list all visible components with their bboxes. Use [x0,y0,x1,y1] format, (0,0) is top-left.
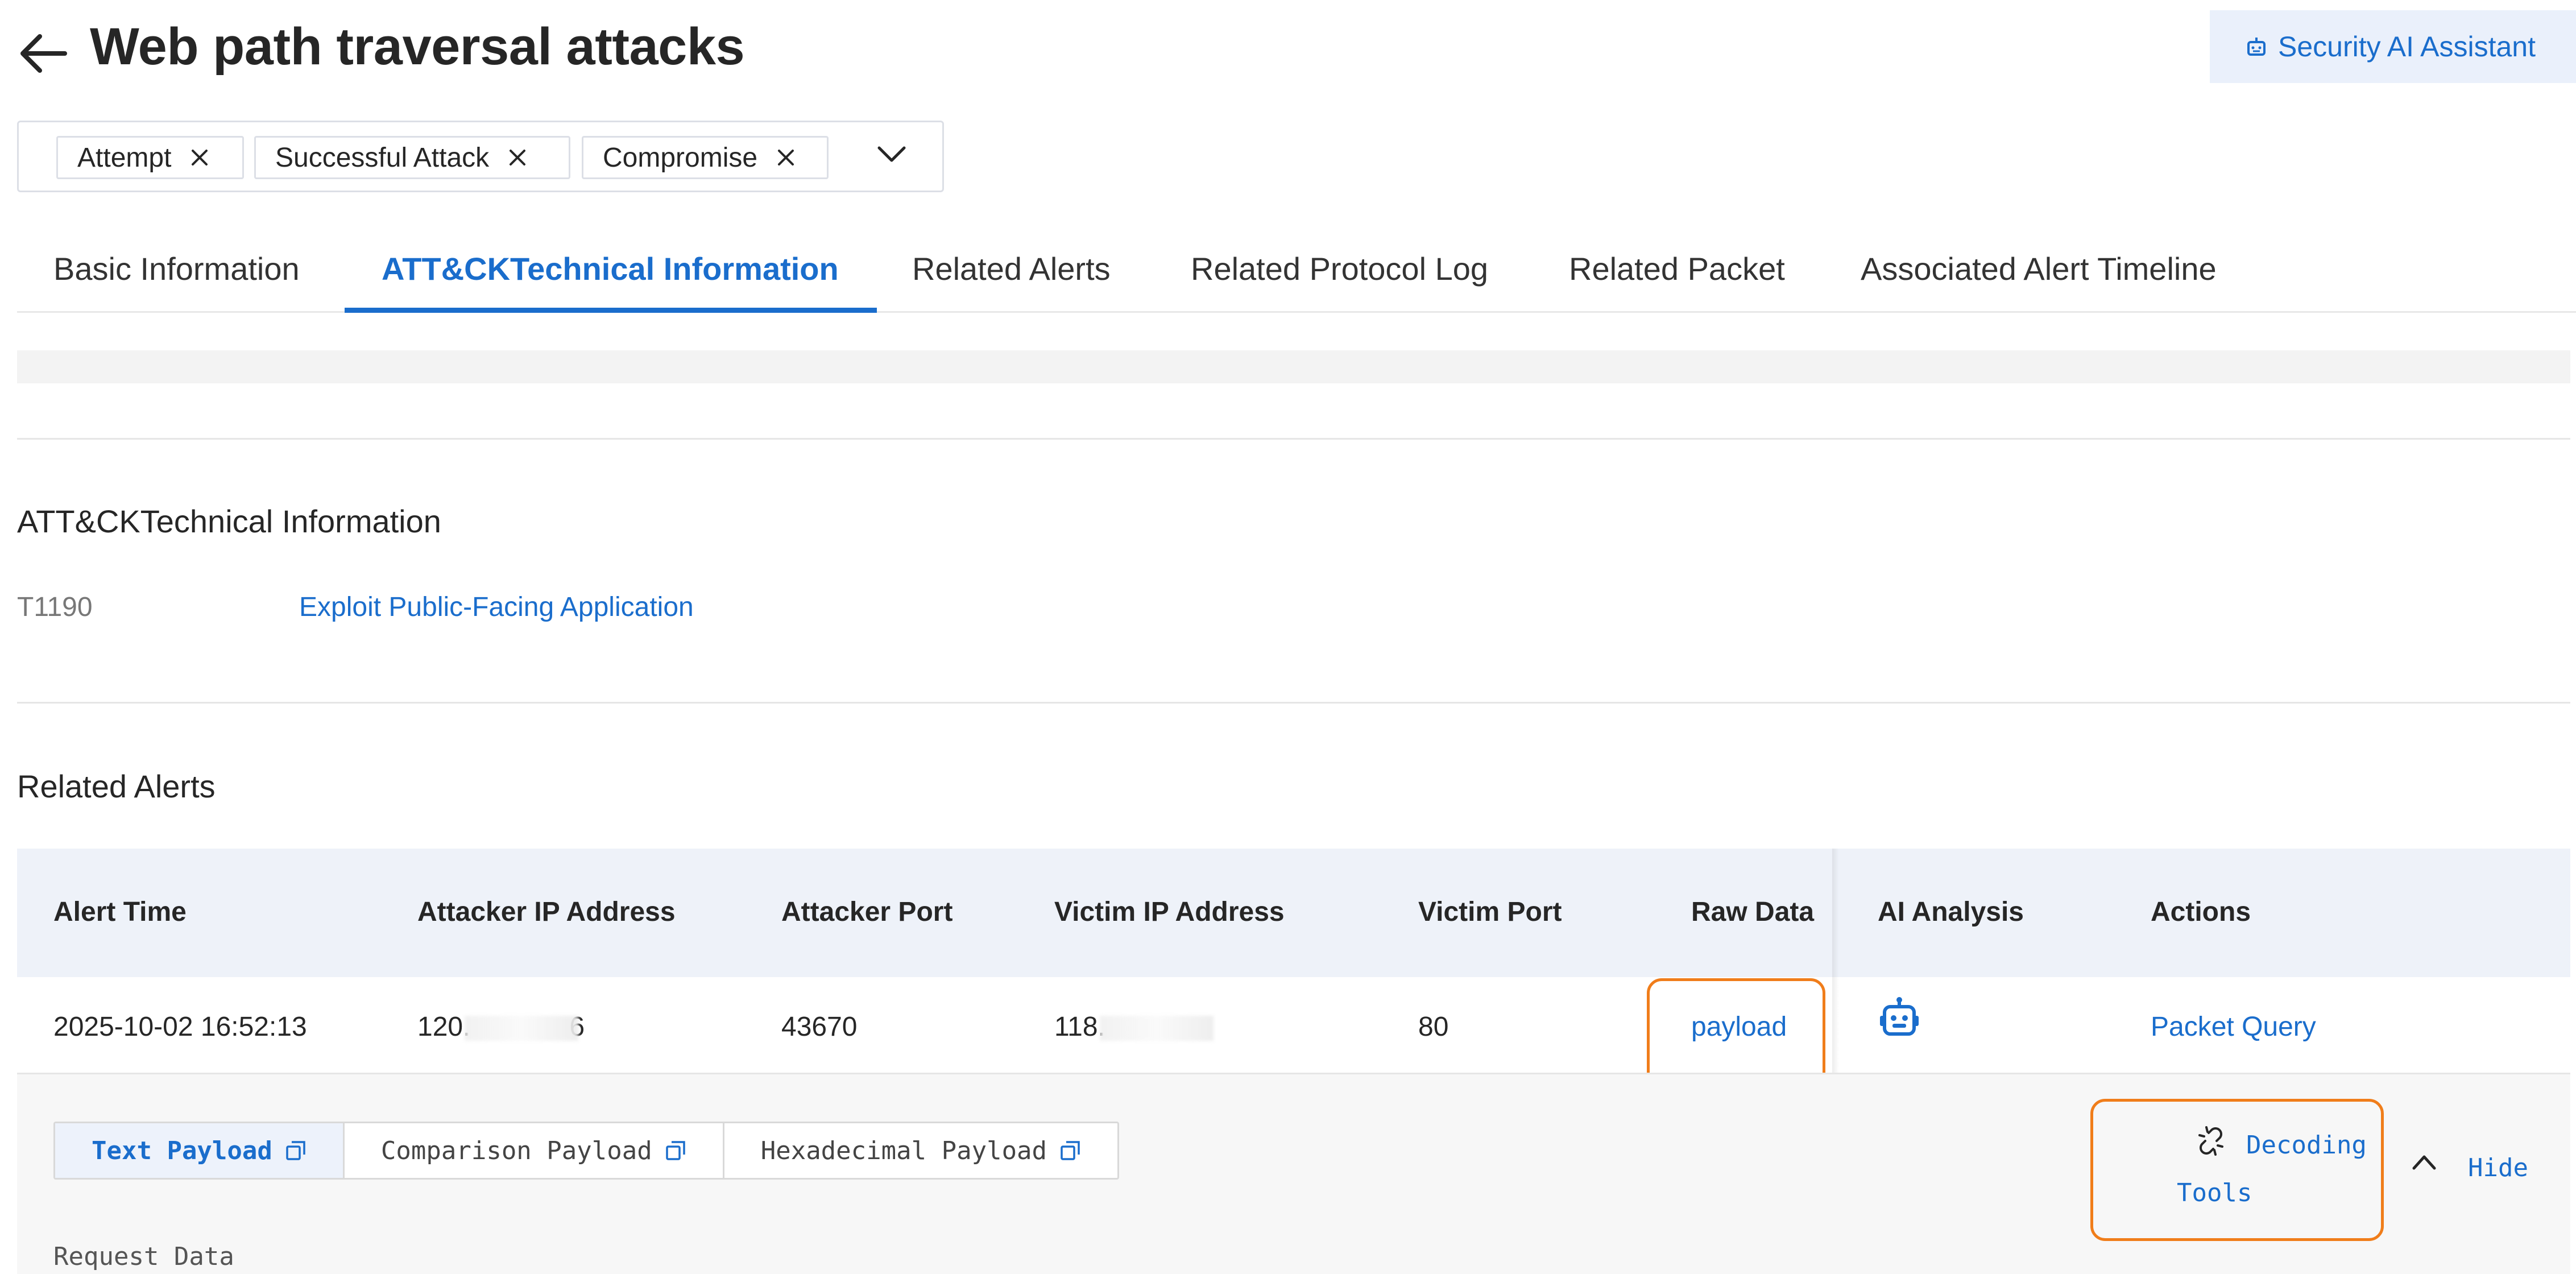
section-divider [17,438,2570,440]
column-header-ai-analysis: AI Analysis [1878,897,2024,927]
tag-compromise: Compromise [582,136,829,179]
tab-basic-information[interactable]: Basic Information [53,250,300,287]
hide-button[interactable]: Hide [2468,1153,2528,1182]
external-copy-icon [1061,1141,1080,1160]
external-copy-icon [286,1141,305,1160]
column-header-raw-data: Raw Data [1691,897,1815,927]
cell-attacker-ip: 120.6 [417,1011,585,1043]
decoding-tools-button[interactable]: Decoding [2246,1131,2367,1160]
security-ai-assistant-label: Security AI Assistant [2278,31,2536,63]
tab-text-payload[interactable]: Text Payload [55,1123,345,1178]
cell-victim-port: 80 [1418,1012,1449,1042]
tag-attempt: Attempt [56,136,244,179]
cell-alert-time: 2025-10-02 16:52:13 [53,1012,307,1042]
placeholder-bar [17,350,2570,383]
active-tab-indicator [345,308,877,313]
request-data-label: Request Data [53,1242,234,1271]
attck-section-title: ATT&CKTechnical Information [17,503,441,539]
technique-id: T1190 [17,592,93,622]
security-ai-assistant-button[interactable]: Security AI Assistant [2210,10,2576,83]
decoding-tools-highlight [2090,1099,2384,1241]
chevron-down-icon[interactable] [876,143,908,166]
tag-label: Successful Attack [275,142,490,173]
column-header-victim-ip: Victim IP Address [1054,897,1285,927]
column-header-attacker-ip: Attacker IP Address [417,897,676,927]
tag-label: Attempt [77,142,172,173]
tab-hexadecimal-payload-label: Hexadecimal Payload [760,1136,1047,1165]
attacker-ip-visible: 120. [417,1012,471,1042]
tag-label: Compromise [603,142,758,173]
tab-attck-technical-information[interactable]: ATT&CKTechnical Information [382,250,839,287]
tab-hexadecimal-payload[interactable]: Hexadecimal Payload [724,1123,1117,1178]
tag-successful-attack: Successful Attack [254,136,570,179]
chevron-up-icon[interactable] [2411,1153,2437,1170]
cell-attacker-port: 43670 [781,1012,858,1042]
column-header-alert-time: Alert Time [53,897,187,927]
status-tag-select[interactable]: Attempt Successful Attack Compromise [17,121,944,192]
tab-associated-alert-timeline[interactable]: Associated Alert Timeline [1861,250,2217,287]
ai-robot-icon[interactable] [1878,996,1921,1040]
column-header-attacker-port: Attacker Port [781,897,953,927]
tab-comparison-payload-label: Comparison Payload [380,1136,652,1165]
page-title: Web path traversal attacks [90,18,745,76]
decoding-tools-button-line2[interactable]: Tools [2177,1178,2252,1207]
close-icon[interactable] [188,146,211,169]
payload-link[interactable]: payload [1691,1011,1787,1043]
cell-victim-ip: 118. [1054,1011,1214,1043]
tab-related-packet[interactable]: Related Packet [1569,250,1785,287]
packet-query-link[interactable]: Packet Query [2151,1011,2316,1043]
close-icon[interactable] [506,146,529,169]
tab-related-alerts[interactable]: Related Alerts [912,250,1111,287]
related-alerts-title: Related Alerts [17,768,216,804]
redacted-mask [1099,1016,1214,1041]
column-header-victim-port: Victim Port [1418,897,1562,927]
column-header-actions: Actions [2151,897,2251,927]
tab-related-protocol-log[interactable]: Related Protocol Log [1191,250,1488,287]
close-icon[interactable] [775,146,797,169]
tab-text-payload-label: Text Payload [92,1136,272,1165]
fixed-column-shadow [1832,849,1839,1074]
back-arrow-icon[interactable] [17,27,69,80]
robot-icon [2247,38,2266,56]
section-divider [17,702,2570,704]
redacted-mask [465,1016,579,1041]
victim-ip-visible: 118. [1054,1012,1105,1042]
technique-link[interactable]: Exploit Public-Facing Application [299,592,694,623]
external-copy-icon [665,1141,685,1160]
payload-tabs: Text Payload Comparison Payload Hexadeci… [53,1122,1120,1180]
unlink-icon [2198,1126,2223,1156]
tab-comparison-payload[interactable]: Comparison Payload [345,1123,724,1178]
